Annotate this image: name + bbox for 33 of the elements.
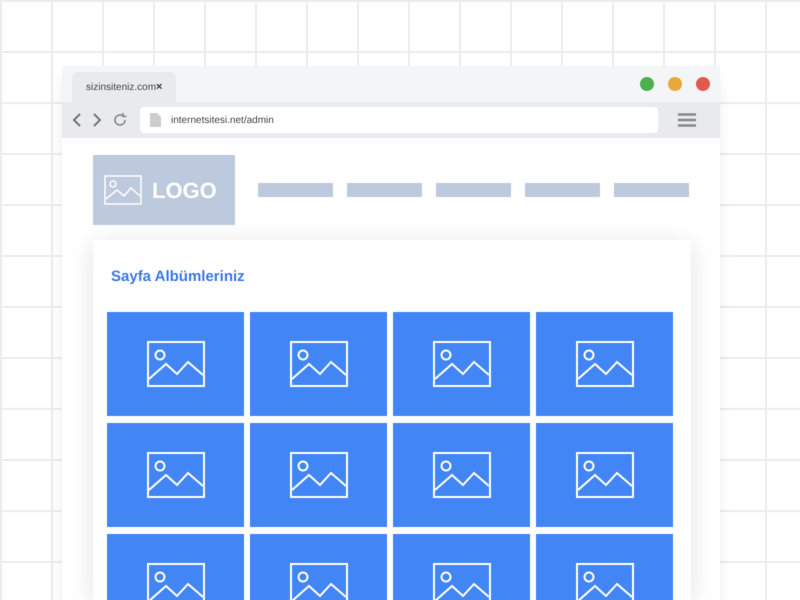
address-bar[interactable]: internetsitesi.net/admin	[140, 107, 658, 133]
image-icon	[432, 452, 490, 498]
album-thumbnail[interactable]	[393, 422, 530, 526]
card-title: Sayfa Albümleriniz	[110, 267, 246, 287]
forward-icon[interactable]	[92, 112, 102, 128]
tab-title: sizinsiteniz.com	[86, 80, 156, 94]
album-thumbnail[interactable]	[536, 312, 673, 416]
image-icon	[576, 340, 634, 386]
image-icon	[576, 562, 634, 600]
image-icon	[432, 340, 490, 386]
logo-text: LOGO	[152, 176, 217, 204]
image-icon	[576, 452, 634, 498]
image-icon	[432, 562, 490, 600]
browser-tab[interactable]: sizinsiteniz.com×	[72, 72, 176, 102]
album-thumbnail[interactable]	[250, 422, 387, 526]
menu-icon[interactable]	[678, 113, 696, 127]
back-icon[interactable]	[72, 112, 82, 128]
page-icon	[150, 113, 161, 127]
image-icon	[146, 562, 204, 600]
album-thumbnail[interactable]	[250, 312, 387, 416]
album-thumbnail[interactable]	[107, 312, 244, 416]
url-text: internetsitesi.net/admin	[171, 114, 274, 128]
reload-icon[interactable]	[112, 112, 128, 128]
image-icon	[146, 340, 204, 386]
image-icon	[290, 452, 348, 498]
album-thumbnail[interactable]	[107, 422, 244, 526]
image-icon	[104, 175, 142, 205]
image-icon	[146, 452, 204, 498]
image-icon	[290, 562, 348, 600]
album-thumbnail[interactable]	[393, 312, 530, 416]
close-icon[interactable]: ×	[156, 78, 162, 96]
album-thumbnail[interactable]	[536, 422, 673, 526]
image-icon	[290, 340, 348, 386]
